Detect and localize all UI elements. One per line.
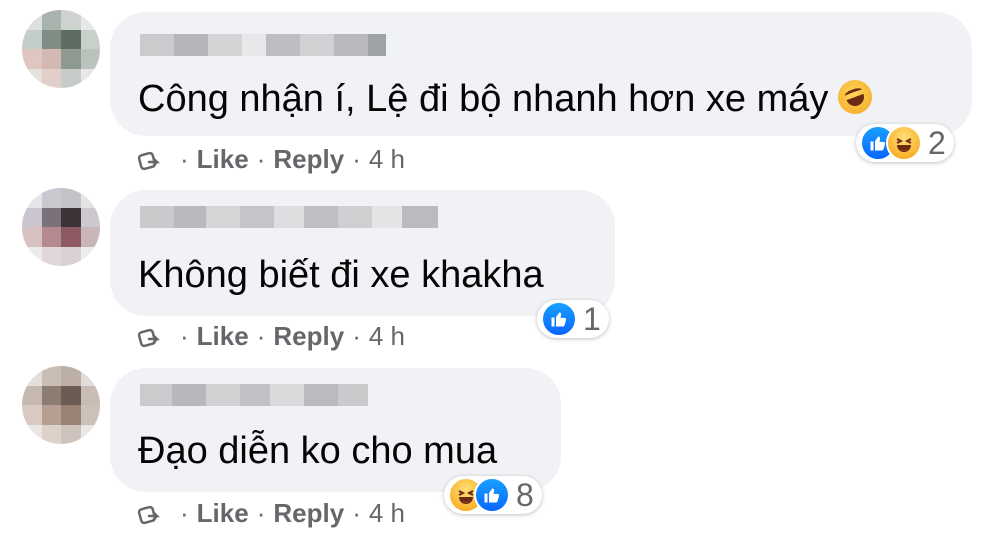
like-icon: [541, 301, 577, 337]
comment-actions: · Like · Reply · 4 h: [136, 144, 405, 175]
separator: ·: [352, 321, 361, 351]
like-button[interactable]: Like: [197, 144, 249, 175]
separator: ·: [352, 498, 361, 528]
reaction-summary[interactable]: 1: [537, 300, 609, 338]
reaction-count: 1: [583, 300, 601, 337]
reaction-count: 2: [928, 124, 946, 161]
reply-button[interactable]: Reply: [273, 498, 344, 529]
reply-button[interactable]: Reply: [273, 321, 344, 352]
separator: ·: [352, 144, 361, 174]
timestamp[interactable]: 4 h: [369, 498, 405, 529]
timestamp[interactable]: 4 h: [369, 144, 405, 175]
separator: ·: [180, 321, 189, 351]
comment-bubble: Đạo diễn ko cho mua: [110, 368, 561, 492]
reaction-summary[interactable]: 8: [444, 476, 542, 514]
separator: ·: [180, 498, 189, 528]
share-icon[interactable]: [136, 323, 164, 351]
separator: ·: [256, 321, 266, 351]
share-icon[interactable]: [136, 146, 164, 174]
comment-actions: · Like · Reply · 4 h: [136, 498, 405, 529]
comment-text: Công nhận í, Lệ đi bộ nhanh hơn xe máy: [138, 75, 878, 121]
avatar[interactable]: [22, 366, 100, 444]
rolling-on-floor-laughing-emoji: [833, 75, 878, 119]
share-icon[interactable]: [136, 500, 164, 528]
comment-actions: · Like · Reply · 4 h: [136, 321, 405, 352]
like-button[interactable]: Like: [197, 321, 249, 352]
author-name-blurred[interactable]: [140, 206, 438, 228]
author-name-blurred[interactable]: [140, 384, 368, 406]
comment-bubble: Công nhận í, Lệ đi bộ nhanh hơn xe máy: [110, 12, 972, 136]
reaction-summary[interactable]: 2: [856, 124, 954, 162]
separator: ·: [180, 144, 189, 174]
haha-icon: [886, 125, 922, 161]
like-icon: [474, 477, 510, 513]
avatar[interactable]: [22, 188, 100, 266]
comment-text: Không biết đi xe khakha: [138, 254, 544, 296]
reply-button[interactable]: Reply: [273, 144, 344, 175]
author-name-blurred[interactable]: [140, 34, 386, 56]
separator: ·: [256, 144, 266, 174]
reaction-count: 8: [516, 476, 534, 513]
avatar[interactable]: [22, 10, 100, 88]
separator: ·: [256, 498, 266, 528]
comment-bubble: Không biết đi xe khakha: [110, 190, 615, 316]
comment-text: Đạo diễn ko cho mua: [138, 430, 498, 472]
timestamp[interactable]: 4 h: [369, 321, 405, 352]
like-button[interactable]: Like: [197, 498, 249, 529]
